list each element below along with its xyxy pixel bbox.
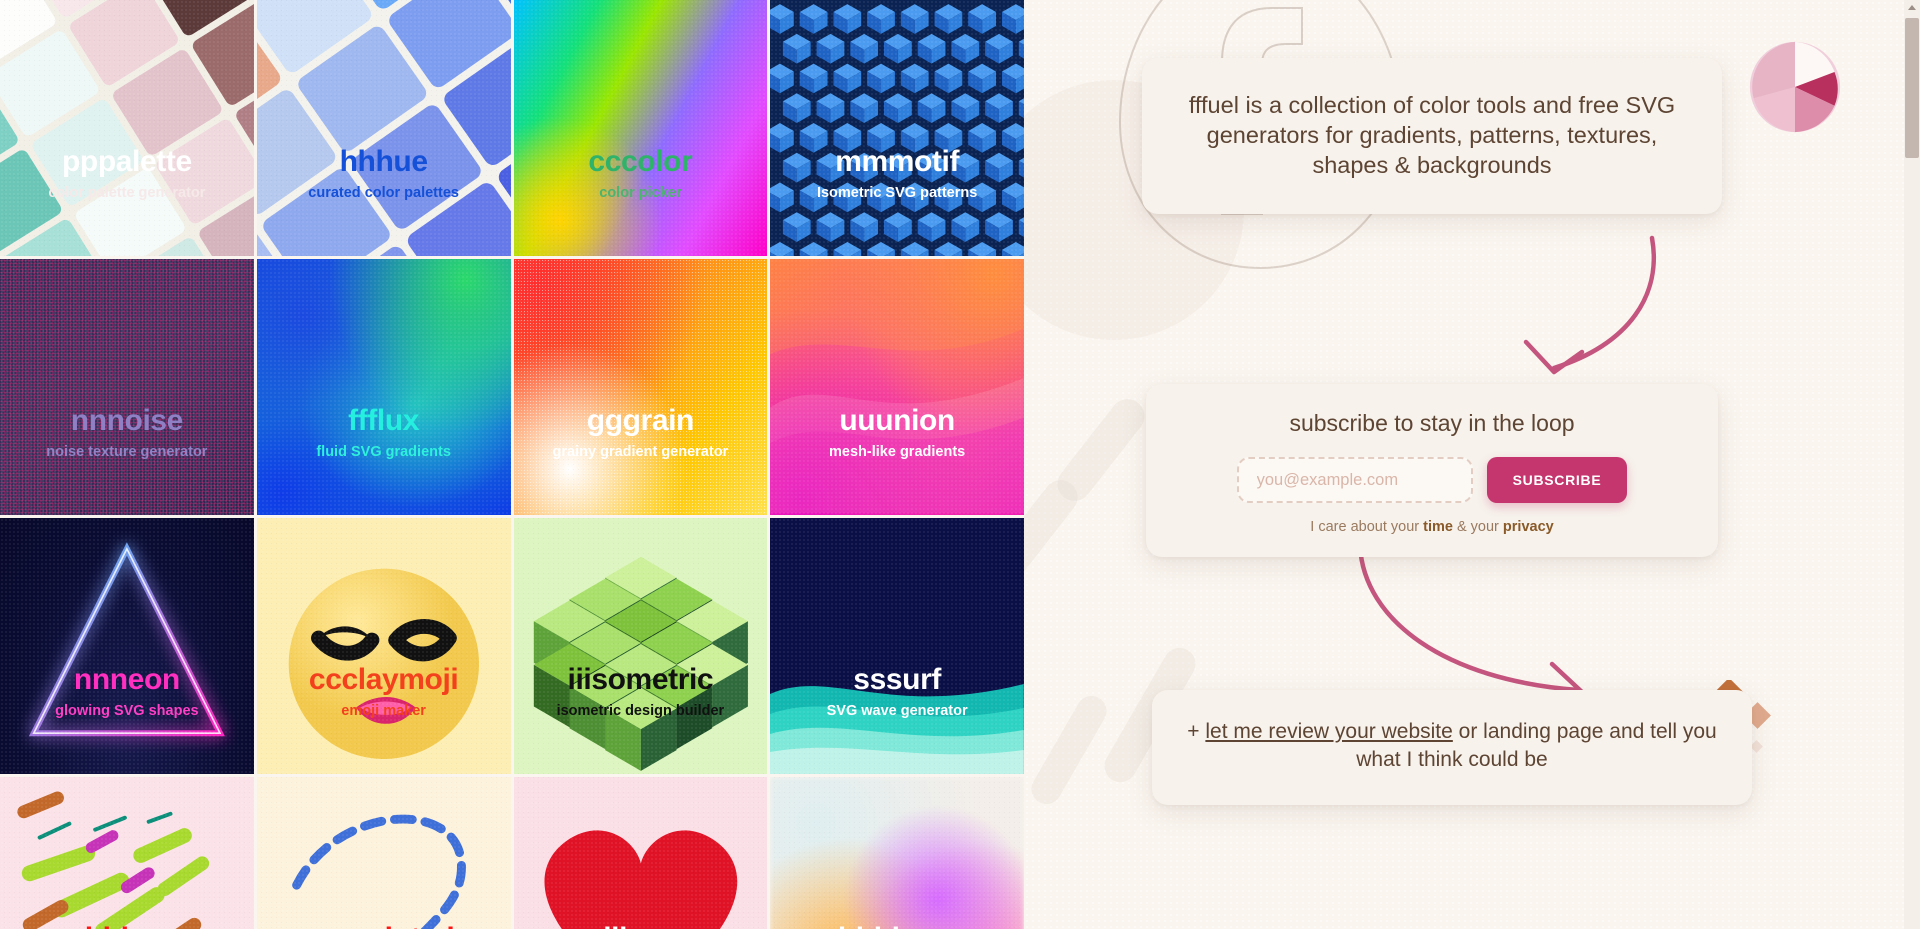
tile-noise-overlay [513, 518, 768, 774]
subscribe-button[interactable]: SUBSCRIBE [1486, 457, 1628, 503]
scrollbar-thumb[interactable] [1905, 18, 1919, 158]
scrollbar-track[interactable] [1904, 0, 1920, 929]
tile-noise-overlay [513, 0, 768, 256]
tile-title: lllove [603, 923, 678, 929]
scroll-up-arrow-icon[interactable] [1904, 0, 1920, 16]
tile-title: pppalette [62, 144, 192, 178]
tile-description: SVG wave generator [826, 702, 968, 719]
tile-description: emoji maker [341, 702, 426, 719]
review-card: + let me review your website or landing … [1152, 690, 1752, 805]
tool-tile-ccclaymoji[interactable]: ccclaymoji emoji maker [256, 518, 511, 774]
tool-tile-hhhue[interactable]: hhhue curated color palettes [256, 0, 511, 256]
tool-tile-dddraw[interactable]: dddrawfreehand SVG drawing tool [0, 777, 254, 929]
tile-noise-overlay [256, 777, 511, 929]
tile-title: gggrain [586, 403, 695, 437]
tool-tile-cccolor[interactable]: cccolor color picker [513, 0, 768, 256]
review-plus: + [1187, 720, 1206, 743]
tool-tile-gggrain[interactable]: gggrain grainy gradient generator [513, 259, 768, 515]
tile-title: sssurf [853, 662, 941, 696]
tile-title: ccclaymoji [308, 662, 459, 696]
tool-tile-nnnoise[interactable]: nnnoise noise texture generator [0, 259, 254, 515]
tile-noise-overlay [256, 0, 511, 256]
tile-noise-overlay [256, 518, 511, 774]
page-root: pppalette color palette generator hhhue cur… [0, 0, 1920, 929]
tile-description: Isometric SVG patterns [816, 184, 978, 201]
tile-description: mesh-like gradients [829, 443, 966, 460]
email-input[interactable] [1236, 457, 1473, 503]
tile-title: nnnoise [70, 403, 184, 437]
tool-grid: pppalette color palette generator hhhue cur… [0, 0, 1024, 929]
decor-blob-2 [1024, 473, 1085, 597]
tile-description: noise texture generator [46, 443, 208, 460]
tile-noise-overlay [770, 777, 1024, 929]
tile-title: mmmotif [835, 144, 960, 178]
intro-card: fffuel is a collection of color tools an… [1142, 58, 1722, 215]
intro-text: fffuel is a collection of color tools an… [1188, 92, 1676, 179]
privacy-middle: & your [1452, 519, 1503, 535]
tile-noise-overlay [0, 259, 254, 515]
tile-noise-overlay [770, 0, 1024, 256]
tile-noise-overlay [770, 259, 1024, 515]
privacy-privacy: privacy [1502, 519, 1554, 535]
tile-title: nnneon [73, 662, 180, 696]
tool-tile-ffflux[interactable]: ffflux fluid SVG gradients [256, 259, 511, 515]
tile-title: uuunion [839, 403, 955, 437]
subscribe-card: subscribe to stay in the loop SUBSCRIBE … [1146, 384, 1718, 557]
subscribe-form: SUBSCRIBE [1170, 457, 1694, 503]
tool-tile-nnneon[interactable]: nnneon glowing SVG shapes [0, 518, 254, 774]
tile-noise-overlay [513, 259, 768, 515]
pie-decoration-icon [1749, 41, 1841, 133]
tile-description: fluid SVG gradients [316, 443, 451, 460]
tile-title: iiisometric [567, 662, 714, 696]
subscribe-title: subscribe to stay in the loop [1289, 410, 1575, 436]
tool-tile-sssurf[interactable]: sssurf SVG wave generator [770, 518, 1024, 774]
tile-noise-overlay [256, 259, 511, 515]
curved-arrow-1-icon [1523, 235, 1656, 375]
tile-title: ffflux [348, 403, 420, 437]
tile-title: dddraw [75, 923, 180, 929]
tool-tile-mmmotif[interactable]: mmmotif Isometric SVG patterns [770, 0, 1024, 256]
tile-noise-overlay [0, 518, 254, 774]
tile-noise-overlay [513, 777, 768, 929]
review-website-link[interactable]: let me review your website [1205, 720, 1452, 743]
tile-description: isometric design builder [556, 702, 725, 719]
privacy-note: I care about your time & your privacy [1170, 519, 1694, 535]
tile-description: curated color palettes [308, 184, 459, 201]
tool-tile-iiisometric[interactable]: iiisometric isometric design builder [513, 518, 768, 774]
info-panel: fffuel is a collection of color tools an… [1024, 0, 1920, 929]
tile-title: bbblurry [838, 923, 957, 929]
tile-description: color palette generator [48, 184, 206, 201]
tile-noise-overlay [770, 518, 1024, 774]
tile-noise-overlay [0, 777, 254, 929]
tile-description: color picker [599, 184, 682, 201]
tile-noise-overlay [0, 0, 254, 256]
privacy-time: time [1423, 519, 1453, 535]
tool-tile-uuunion[interactable]: uuunion mesh-like gradients [770, 259, 1024, 515]
tool-tile-pppalette[interactable]: pppalette color palette generator [0, 0, 254, 256]
privacy-prefix: I care about your [1310, 519, 1424, 535]
decor-blob-4 [1026, 690, 1112, 810]
tile-title: pppointed [313, 923, 455, 929]
tile-description: grainy gradient generator [552, 443, 729, 460]
review-text: + let me review your website or landing … [1186, 718, 1718, 775]
tool-tile-pppointed[interactable]: pppointedSVG arrow maker [256, 777, 511, 929]
tool-tile-bbblurry[interactable]: bbblurryblurry background shapes [770, 777, 1024, 929]
tile-title: hhhue [339, 144, 428, 178]
tile-title: cccolor [588, 144, 693, 178]
tool-tile-lllove[interactable]: llloveheart SVGs [513, 777, 768, 929]
tile-description: glowing SVG shapes [55, 702, 199, 719]
